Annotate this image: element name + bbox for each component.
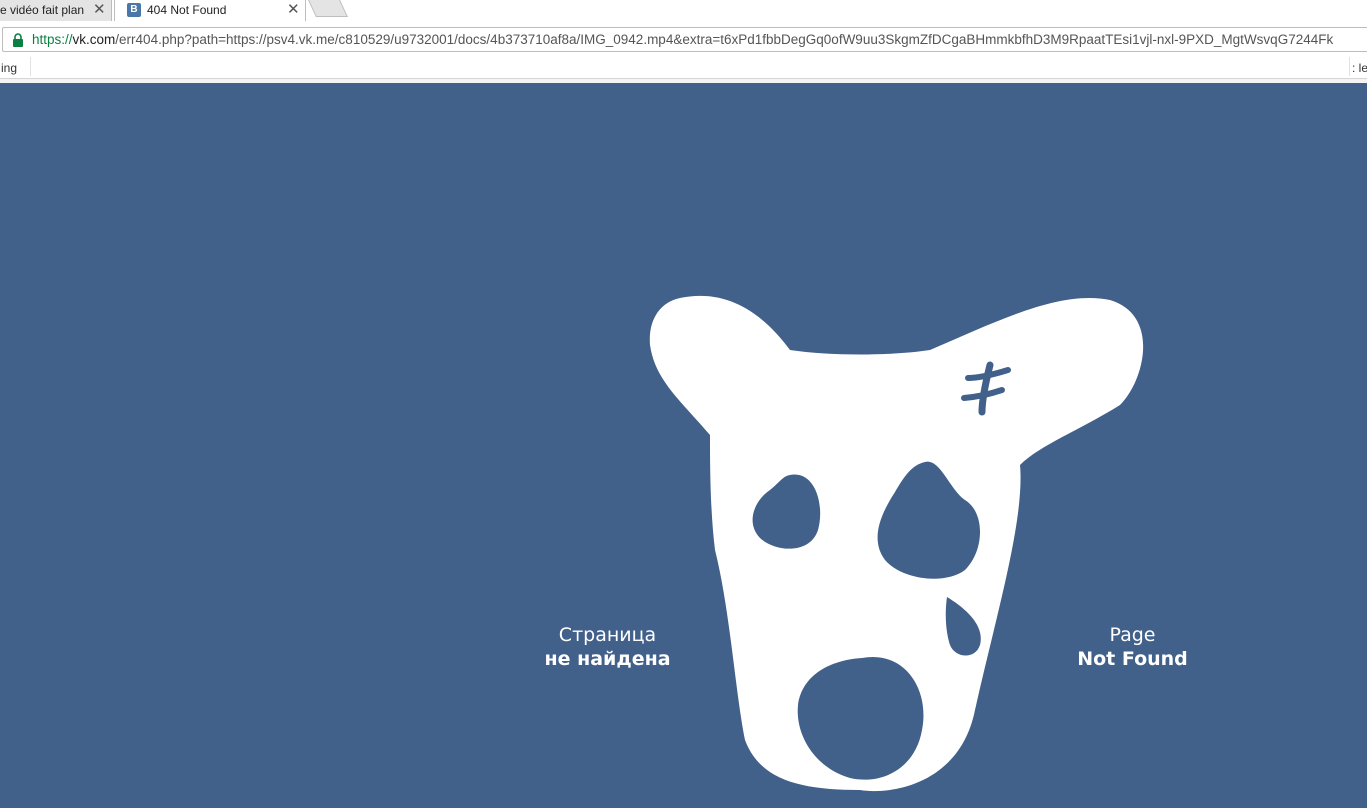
not-found-caption-ru: Страница не найдена [530, 623, 685, 671]
tab-previous[interactable]: e vidéo fait plan ✕ [0, 0, 112, 21]
caption-ru-line1: Страница [558, 624, 657, 646]
url-path: /err404.php?path=https://psv4.vk.me/c810… [115, 32, 1334, 47]
tab-close-icon[interactable]: ✕ [287, 1, 300, 19]
address-bar[interactable]: https://vk.com/err404.php?path=https://p… [2, 27, 1367, 52]
caption-ru-line2: не найдена [544, 648, 671, 670]
lock-icon [13, 33, 23, 47]
browser-toolbar: https://vk.com/err404.php?path=https://p… [0, 22, 1367, 56]
vk-favicon-icon: B [127, 3, 141, 17]
new-tab-button[interactable] [308, 0, 348, 17]
bookmark-item-left[interactable]: ing [1, 61, 17, 75]
bookmarks-divider [30, 57, 1350, 76]
tab-404-not-found[interactable]: B 404 Not Found ✕ [114, 0, 306, 21]
url-host: vk.com [72, 32, 116, 47]
caption-en-line2: Not Found [1077, 648, 1188, 670]
url-scheme: https:// [32, 32, 73, 47]
vk-sad-dog-icon [649, 295, 1144, 792]
bookmarks-bar: ing : le [0, 56, 1367, 79]
url-text: https://vk.com/err404.php?path=https://p… [32, 32, 1333, 47]
tab-close-icon[interactable]: ✕ [93, 1, 106, 19]
tab-title: 404 Not Found [147, 3, 227, 17]
bookmark-item-right[interactable]: : le [1352, 61, 1367, 75]
tab-title: e vidéo fait plan [0, 3, 85, 17]
caption-en-line1: Page [1109, 624, 1156, 646]
tab-strip: e vidéo fait plan ✕ B 404 Not Found ✕ [0, 0, 1367, 23]
not-found-caption-en: Page Not Found [1060, 623, 1205, 671]
